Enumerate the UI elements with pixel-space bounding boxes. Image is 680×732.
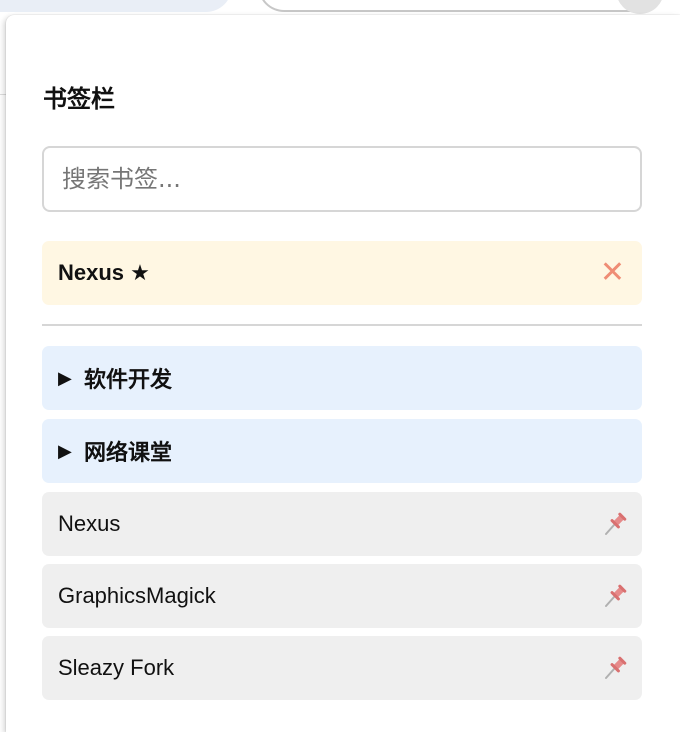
bookmark-label: Nexus (58, 511, 121, 536)
folder-label: 软件开发 (84, 368, 173, 393)
close-icon[interactable]: ✕ (600, 258, 625, 288)
bookmark-label: Sleazy Fork (58, 655, 175, 680)
folder-item[interactable]: ▶ 软件开发 (42, 346, 642, 410)
caret-right-icon: ▶ (58, 440, 72, 462)
panel-title: 书签栏 (43, 85, 115, 113)
bookmark-label: GraphicsMagick (58, 583, 216, 608)
caret-right-icon: ▶ (58, 367, 72, 389)
address-bar[interactable] (258, 0, 662, 12)
bookmarks-popup: 书签栏 Nexus ★ ✕ ▶ 软件开发 ▶ 网络课堂 Nexus Graphi… (6, 15, 680, 732)
pin-icon[interactable] (602, 511, 628, 537)
pin-icon[interactable] (602, 583, 628, 609)
bookmark-item[interactable]: GraphicsMagick (42, 564, 642, 628)
bookmark-item[interactable]: Nexus (42, 492, 642, 556)
folder-label: 网络课堂 (84, 441, 173, 466)
browser-tab[interactable] (0, 0, 232, 12)
folder-item[interactable]: ▶ 网络课堂 (42, 419, 642, 483)
pinned-bookmark[interactable]: Nexus ★ ✕ (42, 241, 642, 305)
bookmark-item[interactable]: Sleazy Fork (42, 636, 642, 700)
pin-icon[interactable] (602, 655, 628, 681)
divider (42, 324, 642, 326)
search-input[interactable] (42, 146, 642, 212)
pinned-bookmark-label: Nexus ★ (58, 260, 150, 285)
